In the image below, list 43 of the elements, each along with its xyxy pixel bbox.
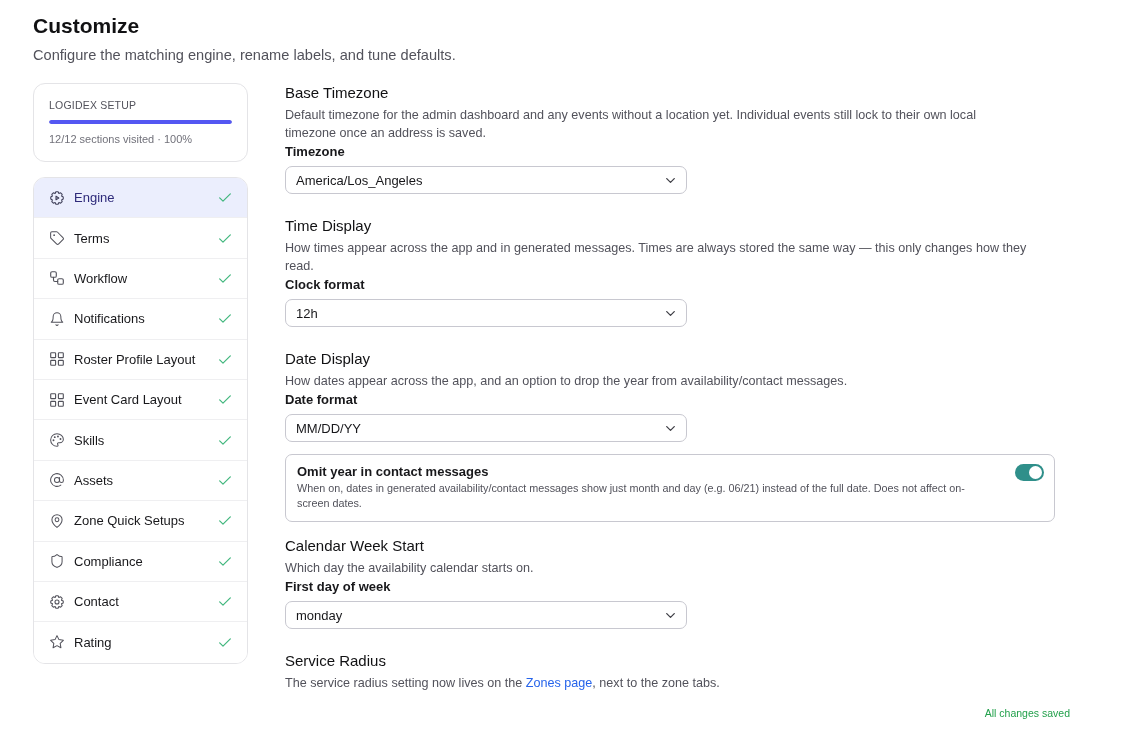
toggle-description: When on, dates in generated availability/contact messages show just month and day (e.g. 06/21) instead of the full date. Does not affect on-screen dates. xyxy=(297,481,966,511)
section-title: Date Display xyxy=(285,349,371,369)
at-sign-icon xyxy=(50,473,64,488)
section-description: How times appear across the app and in generated messages. Times are always stored the same way — this only changes how they read. xyxy=(285,240,1028,275)
map-pin-icon xyxy=(50,513,64,528)
section-description: Default timezone for the admin dashboard and any events without a location yet. Individual events still lock to their own local timezone once an address is saved. xyxy=(285,107,977,142)
section-description: The service radius setting now lives on the Zones page, next to the zone tabs. xyxy=(285,675,720,692)
cog-icon xyxy=(50,594,64,609)
toggle-label: Omit year in contact messages xyxy=(297,463,489,481)
field-label: Clock format xyxy=(285,276,365,294)
star-icon xyxy=(50,635,64,650)
toggle-switch[interactable] xyxy=(1015,464,1044,481)
dropdown[interactable]: monday xyxy=(285,601,687,629)
dropdown[interactable]: America/Los_Angeles xyxy=(285,166,687,194)
chevron-down-icon xyxy=(666,425,675,431)
field-label: Date format xyxy=(285,391,358,409)
chevron-down-icon xyxy=(666,177,675,183)
grid-icon xyxy=(50,352,64,367)
section-description: Which day the availability calendar starts on. xyxy=(285,560,534,577)
section-description: How dates appear across the app, and an option to drop the year from availability/contact messages. xyxy=(285,373,848,390)
section-title: Base Timezone xyxy=(285,83,389,103)
palette-icon xyxy=(50,433,64,448)
dropdown[interactable]: 12h xyxy=(285,299,687,327)
gear-icon xyxy=(50,190,64,205)
linked-squares-icon xyxy=(50,271,64,286)
shield-icon xyxy=(50,554,64,569)
save-status: All changes saved xyxy=(984,706,1070,720)
grid-icon xyxy=(50,392,64,407)
chevron-down-icon xyxy=(666,310,675,316)
field-label: First day of week xyxy=(285,578,391,596)
chevron-down-icon xyxy=(666,612,675,618)
tag-icon xyxy=(50,231,64,246)
section-title: Time Display xyxy=(285,216,372,236)
page-title: Customize xyxy=(33,13,140,39)
section-title: Service Radius xyxy=(285,651,386,671)
setup-title: LOGIDEX SETUP xyxy=(49,98,137,113)
field-label: Timezone xyxy=(285,143,345,161)
section-title: Calendar Week Start xyxy=(285,536,424,556)
dropdown[interactable]: MM/DD/YY xyxy=(285,414,687,442)
setup-summary: 12/12 sections visited · 100% xyxy=(49,132,193,147)
nav-item[interactable]: Engine xyxy=(34,178,247,219)
bell-icon xyxy=(50,311,64,326)
page-subtitle: Configure the matching engine, rename labels, and tune defaults. xyxy=(33,46,456,64)
